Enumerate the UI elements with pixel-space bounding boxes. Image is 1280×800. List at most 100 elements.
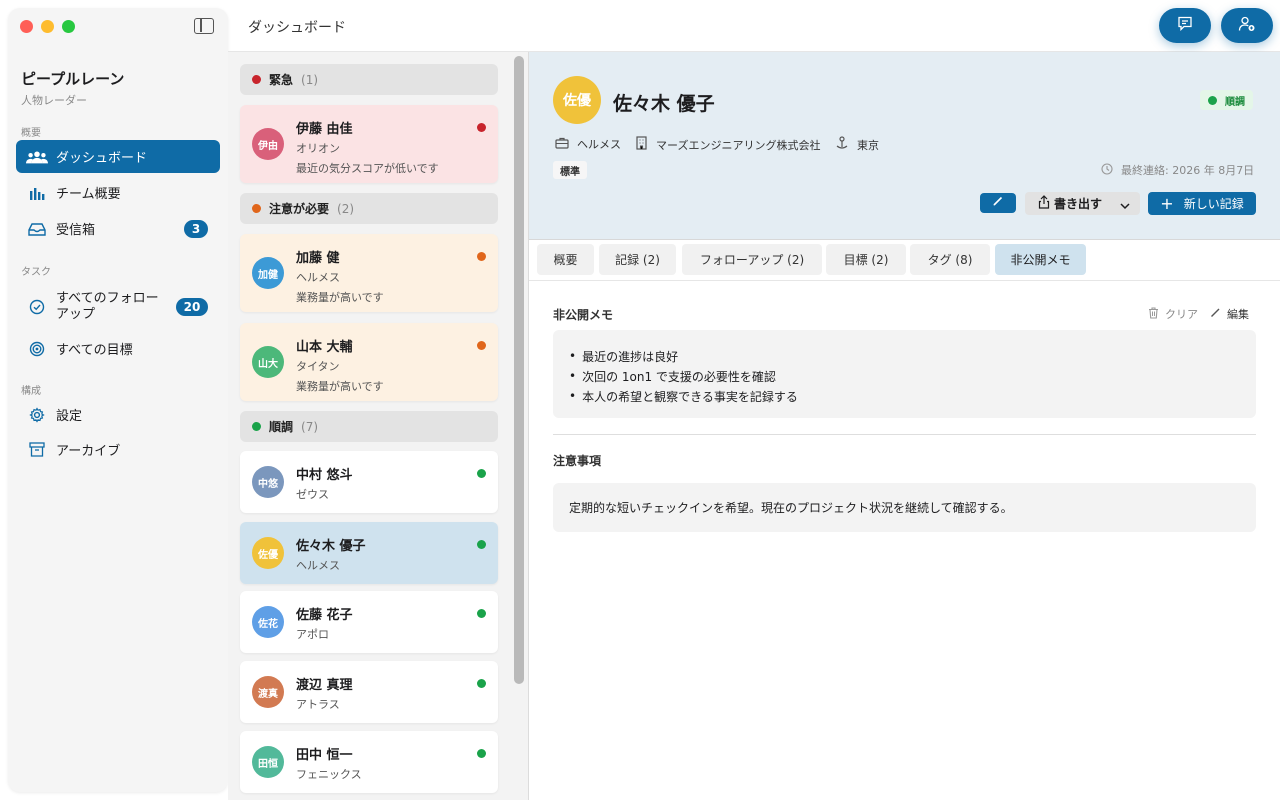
private-memo-box[interactable]: • 最近の進捗は良好 • 次回の 1on1 で支援の必要性を確認 • 本人の希望と観察…: [553, 330, 1256, 418]
chat-button[interactable]: [1159, 8, 1211, 43]
edit-label: 編集: [1227, 308, 1249, 321]
person-note: 業務量が高いです: [296, 380, 384, 393]
group-count: (7): [301, 419, 319, 434]
sidebar-item-archive[interactable]: アーカイブ: [16, 433, 220, 466]
pencil-icon: [1210, 307, 1227, 321]
new-record-button[interactable]: + 新しい記録: [1148, 192, 1256, 215]
group-header-attention[interactable]: 注意が必要 (2): [240, 193, 498, 224]
last-contact-label: 最終連絡: 2026 年 8月7日: [1121, 164, 1255, 177]
status-badge: 順調: [1200, 90, 1253, 110]
person-name: 中村 悠斗: [296, 468, 353, 483]
person-team: アトラス: [296, 698, 340, 711]
person-name: 田中 恒一: [296, 748, 353, 763]
person-card[interactable]: 田恒 田中 恒一 フェニックス: [240, 731, 498, 793]
person-card[interactable]: 中悠 中村 悠斗 ゼウス: [240, 451, 498, 513]
group-label: 注意が必要: [269, 202, 330, 216]
group-label: 順調: [269, 420, 294, 434]
person-note: 最近の気分スコアが低いです: [296, 162, 439, 175]
status-dot-icon: [477, 609, 486, 618]
person-card[interactable]: 山大 山本 大輔 タイタン 業務量が高いです: [240, 323, 498, 401]
detail-avatar: 佐優: [553, 76, 601, 124]
tab-overview[interactable]: 概要: [537, 244, 594, 275]
export-label: 書き出す: [1054, 197, 1103, 211]
sidebar-item-label: チーム概要: [56, 187, 121, 202]
chat-icon: [1177, 16, 1193, 35]
person-card[interactable]: 伊由 伊藤 由佳 オリオン 最近の気分スコアが低いです: [240, 105, 498, 183]
tab-tags[interactable]: タグ (8): [910, 244, 990, 275]
attention-dot-icon: [252, 204, 261, 213]
person-card[interactable]: 加健 加藤 健 ヘルメス 業務量が高いです: [240, 234, 498, 312]
tab-private-memo[interactable]: 非公開メモ: [995, 244, 1086, 275]
status-label: 順調: [1225, 96, 1245, 108]
meta-company-label: マーズエンジニアリング株式会社: [656, 138, 821, 152]
sidebar-item-inbox[interactable]: 受信箱 3: [16, 212, 220, 245]
clear-button[interactable]: クリア: [1148, 306, 1198, 322]
sidebar-item-all-followups[interactable]: すべてのフォローアップ 20: [16, 285, 220, 329]
person-name: 加藤 健: [296, 251, 340, 266]
sidebar-item-all-goals[interactable]: すべての目標: [16, 332, 220, 365]
person-add-icon: [1238, 16, 1256, 36]
tab-followups[interactable]: フォローアップ (2): [682, 244, 822, 275]
sidebar-item-label: すべてのフォローアップ: [56, 291, 159, 322]
close-window-button[interactable]: [20, 20, 33, 33]
group-header-good[interactable]: 順調 (7): [240, 411, 498, 442]
chevron-down-icon[interactable]: [1120, 199, 1130, 213]
level-tag: 標準: [553, 161, 587, 179]
person-card[interactable]: 佐花 佐藤 花子 アポロ: [240, 591, 498, 653]
person-team: タイタン: [296, 360, 340, 373]
avatar: 佐優: [252, 537, 284, 569]
status-dot-icon: [477, 540, 486, 549]
memo-line: • 次回の 1on1 で支援の必要性を確認: [569, 369, 776, 384]
avatar: 田恒: [252, 746, 284, 778]
meta-location-label: 東京: [857, 138, 879, 152]
avatar: 中悠: [252, 466, 284, 498]
urgent-dot-icon: [252, 75, 261, 84]
meta-company: マーズエンジニアリング株式会社: [635, 136, 820, 153]
add-person-button[interactable]: [1221, 8, 1273, 43]
sidebar-item-dashboard[interactable]: ダッシュボード: [16, 140, 220, 173]
group-header-urgent[interactable]: 緊急 (1): [240, 64, 498, 95]
share-icon: [1038, 195, 1050, 212]
avatar: 佐花: [252, 606, 284, 638]
gear-icon: [26, 406, 48, 424]
export-button[interactable]: 書き出す: [1025, 192, 1140, 215]
sidebar-item-label: すべての目標: [56, 343, 133, 358]
section-divider: [553, 434, 1256, 435]
tabs-top-line: [529, 239, 1280, 240]
person-team: ヘルメス: [296, 271, 340, 284]
minimize-window-button[interactable]: [41, 20, 54, 33]
tab-records[interactable]: 記録 (2): [599, 244, 676, 275]
memo-line-text: 本人の希望と観察できる事実を記録する: [582, 389, 798, 404]
status-dot-icon: [477, 469, 486, 478]
briefcase-icon: [555, 137, 577, 152]
section-label-overview: 概要: [21, 128, 41, 139]
person-name: 山本 大輔: [296, 340, 353, 355]
bar-chart-icon: [26, 184, 48, 202]
person-card-selected[interactable]: 佐優 佐々木 優子 ヘルメス: [240, 522, 498, 584]
person-team: アポロ: [296, 628, 329, 641]
person-name: 伊藤 由佳: [296, 122, 353, 137]
person-name: 佐々木 優子: [296, 539, 366, 554]
person-card[interactable]: 渡真 渡辺 真理 アトラス: [240, 661, 498, 723]
private-memo-title: 非公開メモ: [553, 308, 614, 322]
person-note: 業務量が高いです: [296, 291, 384, 304]
edit-button[interactable]: [980, 193, 1016, 213]
sidebar-toggle-icon[interactable]: [194, 18, 214, 34]
status-dot-icon: [477, 123, 486, 132]
sidebar-item-label: アーカイブ: [56, 444, 121, 459]
archive-icon: [26, 441, 48, 459]
memo-line-text: 次回の 1on1 で支援の必要性を確認: [582, 369, 776, 384]
notes-box[interactable]: 定期的な短いチェックインを希望。現在のプロジェクト状況を継続して確認する。: [553, 483, 1256, 532]
memo-line: • 最近の進捗は良好: [569, 349, 679, 364]
tab-goals[interactable]: 目標 (2): [826, 244, 906, 275]
edit-memo-button[interactable]: 編集: [1210, 306, 1249, 322]
window-controls: [20, 20, 75, 33]
zoom-window-button[interactable]: [62, 20, 75, 33]
detail-name: 佐々木 優子: [613, 93, 715, 115]
sidebar-item-settings[interactable]: 設定: [16, 398, 220, 431]
person-team: オリオン: [296, 142, 340, 155]
sidebar-item-team-overview[interactable]: チーム概要: [16, 176, 220, 209]
avatar: 伊由: [252, 128, 284, 160]
tabs-bottom-line: [529, 280, 1280, 281]
list-scrollbar[interactable]: [514, 56, 524, 684]
